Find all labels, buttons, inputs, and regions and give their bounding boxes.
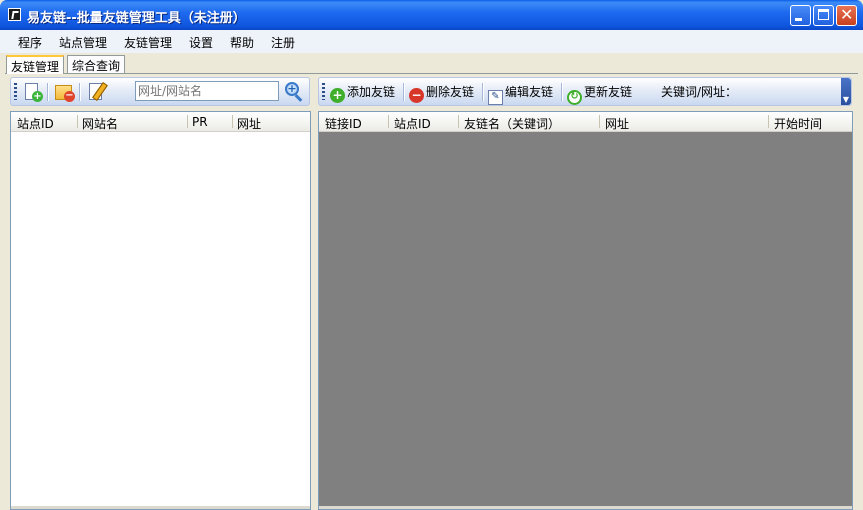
remove-icon: −	[409, 88, 424, 103]
column-header-site-id[interactable]: 站点ID	[17, 115, 54, 132]
delete-link-label: 删除友链	[426, 85, 475, 99]
keyword-label: 关键词/网址：	[661, 85, 738, 99]
menu-settings[interactable]: 设置	[189, 34, 213, 51]
remove-icon: −	[64, 90, 75, 102]
column-header-link-id[interactable]: 链接ID	[325, 115, 362, 132]
column-header-url[interactable]: 网址	[605, 115, 629, 132]
menu-program[interactable]: 程序	[18, 34, 42, 51]
add-link-button[interactable]: + 添加友链	[330, 82, 396, 103]
add-icon: +	[330, 88, 345, 103]
add-icon: +	[32, 91, 43, 102]
edit-link-button[interactable]: ✎ 编辑友链	[488, 82, 554, 105]
close-icon: ✕	[840, 5, 854, 24]
tab-combined-query[interactable]: 综合查询	[67, 55, 126, 73]
column-header-site-id[interactable]: 站点ID	[394, 115, 431, 132]
delete-site-button[interactable]: −	[53, 81, 75, 103]
title-bar: 易友链--批量友链管理工具（未注册） ✕	[0, 0, 863, 30]
link-list-grid[interactable]: 链接ID 站点ID 友链名（关键词） 网址 开始时间	[318, 111, 853, 510]
menu-link-management[interactable]: 友链管理	[124, 34, 172, 51]
column-divider[interactable]	[77, 115, 78, 128]
column-header-start-time[interactable]: 开始时间	[774, 115, 822, 132]
edit-icon: ✎	[488, 90, 503, 105]
tab-panel-border	[5, 73, 858, 74]
link-grid-header: 链接ID 站点ID 友链名（关键词） 网址 开始时间	[319, 112, 852, 132]
edit-site-button[interactable]	[85, 81, 108, 103]
update-link-button[interactable]: ↻ 更新友链	[567, 82, 633, 105]
magnifier-handle	[294, 94, 303, 102]
site-search-input[interactable]	[135, 81, 279, 101]
column-divider[interactable]	[768, 115, 769, 128]
column-divider[interactable]	[458, 115, 459, 128]
column-divider[interactable]	[599, 115, 600, 128]
tab-link-management[interactable]: 友链管理	[6, 55, 65, 74]
horizontal-scrollbar[interactable]	[11, 506, 310, 509]
link-toolbar: + 添加友链 − 删除友链 ✎ 编辑友链 ↻ 更新友链 关键词/网址： ▼	[318, 77, 852, 106]
menu-register[interactable]: 注册	[271, 34, 295, 51]
menu-bar: 程序 站点管理 友链管理 设置 帮助 注册	[0, 30, 863, 53]
horizontal-scrollbar[interactable]	[319, 506, 852, 509]
toolbar-separator	[482, 83, 484, 101]
site-toolbar: + − +	[10, 77, 310, 106]
edit-link-label: 编辑友链	[505, 85, 554, 99]
column-divider[interactable]	[388, 115, 389, 128]
toolbar-separator	[403, 83, 405, 101]
column-header-site-name[interactable]: 网站名	[82, 115, 118, 132]
delete-link-button[interactable]: − 删除友链	[409, 82, 475, 103]
maximize-button[interactable]	[813, 5, 834, 26]
minimize-button[interactable]	[790, 5, 811, 26]
column-header-url[interactable]: 网址	[237, 115, 261, 132]
toolbar-separator	[79, 83, 81, 101]
column-divider[interactable]	[187, 115, 188, 128]
site-grid-header: 站点ID 网站名 PR 网址	[11, 112, 310, 132]
update-link-label: 更新友链	[584, 85, 633, 99]
toolbar-grip[interactable]	[322, 83, 325, 100]
toolbar-grip[interactable]	[14, 83, 17, 100]
toolbar-separator	[561, 83, 563, 101]
column-header-link-name[interactable]: 友链名（关键词）	[464, 115, 560, 132]
site-list-grid[interactable]: 站点ID 网站名 PR 网址	[10, 111, 311, 510]
column-divider[interactable]	[232, 115, 233, 128]
close-button[interactable]: ✕	[836, 5, 857, 26]
toolbar-separator	[47, 83, 49, 101]
refresh-icon: ↻	[567, 90, 582, 105]
tab-strip: 友链管理 综合查询	[0, 55, 863, 74]
add-site-button[interactable]: +	[21, 81, 43, 103]
app-icon[interactable]	[8, 8, 21, 21]
menu-site-management[interactable]: 站点管理	[59, 34, 107, 51]
menu-help[interactable]: 帮助	[230, 34, 254, 51]
window-title: 易友链--批量友链管理工具（未注册）	[27, 11, 246, 26]
column-header-pr[interactable]: PR	[192, 115, 208, 129]
search-button[interactable]: +	[284, 81, 306, 103]
toolbar-overflow-chevron-icon[interactable]: ▼	[841, 78, 851, 105]
add-link-label: 添加友链	[347, 85, 396, 99]
